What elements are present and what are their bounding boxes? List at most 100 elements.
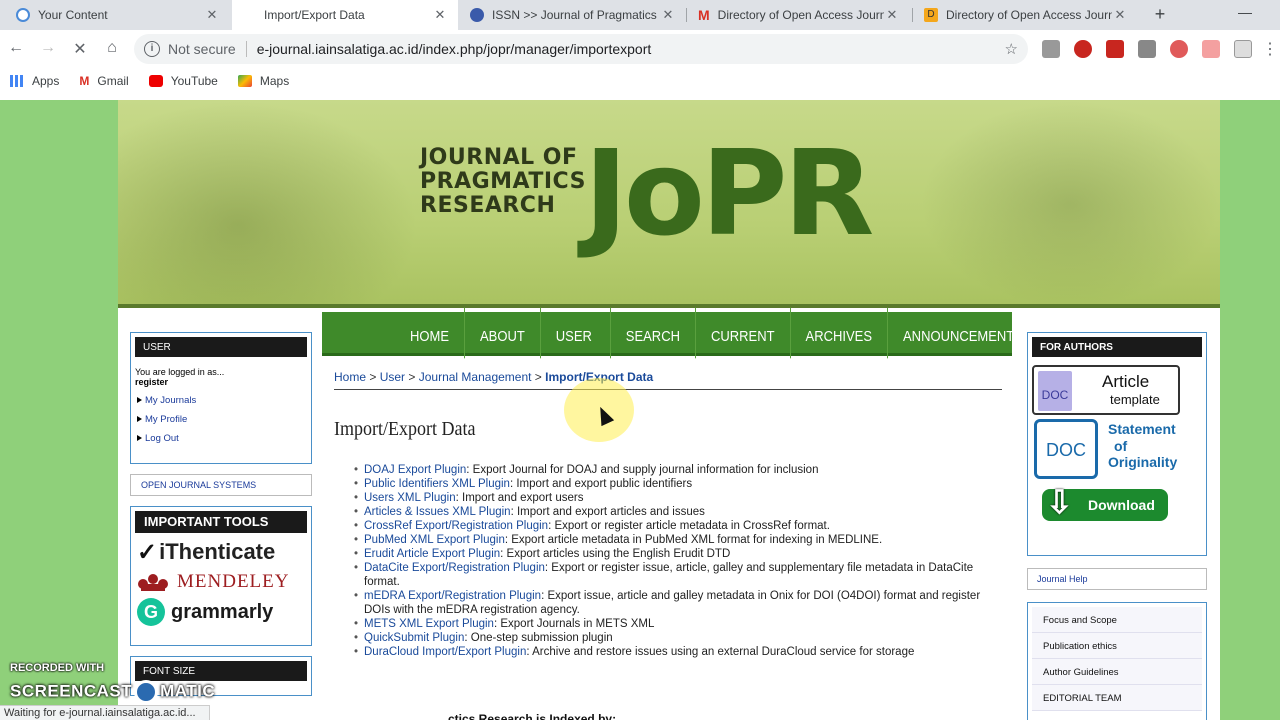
- extension-icon[interactable]: [1042, 40, 1060, 58]
- menu-focus-scope[interactable]: Focus and Scope: [1032, 607, 1202, 633]
- article-template-button[interactable]: DOC Article template: [1032, 365, 1180, 415]
- new-tab-icon[interactable]: +: [1150, 4, 1170, 24]
- menu-icon[interactable]: ⋮: [1260, 39, 1280, 59]
- tab-doaj-gmail[interactable]: M Directory of Open Access Journ ✕: [688, 0, 910, 30]
- ithenticate-logo[interactable]: ✓ iThenticate: [131, 537, 311, 567]
- url-text[interactable]: e-journal.iainsalatiga.ac.id/index.php/j…: [257, 41, 652, 57]
- breadcrumb-home[interactable]: Home: [334, 370, 366, 384]
- close-icon[interactable]: ✕: [1112, 7, 1128, 23]
- gmail-icon: M: [79, 74, 90, 88]
- breadcrumb-journal-management[interactable]: Journal Management: [419, 370, 532, 384]
- screencast-logo-icon: [134, 680, 159, 704]
- statement-line: Originality: [1108, 454, 1178, 470]
- nav-user-home[interactable]: USER HOME: [541, 307, 611, 402]
- menu-editorial-team[interactable]: EDITORIAL TEAM: [1032, 685, 1202, 711]
- plugin-item: Public Identifiers XML Plugin: Import an…: [354, 477, 1002, 491]
- left-sidebar: USER You are logged in as... register My…: [130, 332, 312, 706]
- tab-your-content[interactable]: Your Content ✕: [6, 0, 230, 30]
- loading-icon: [16, 8, 30, 22]
- info-icon[interactable]: i: [144, 41, 160, 57]
- user-links: My Journals My Profile Log Out: [131, 387, 311, 444]
- forward-icon[interactable]: →: [38, 39, 58, 57]
- link-log-out[interactable]: Log Out: [135, 433, 307, 444]
- plugin-link[interactable]: QuickSubmit Plugin: [364, 632, 464, 644]
- bookmark-label: YouTube: [170, 74, 218, 88]
- important-tools-block: IMPORTANT TOOLS ✓ iThenticate MENDELEY G…: [130, 506, 312, 646]
- address-bar[interactable]: i Not secure e-journal.iainsalatiga.ac.i…: [134, 34, 1028, 64]
- menu-publication-ethics[interactable]: Publication ethics: [1032, 633, 1202, 659]
- bookmark-gmail[interactable]: M Gmail: [79, 74, 128, 88]
- plugin-link[interactable]: Articles & Issues XML Plugin: [364, 506, 511, 518]
- plugin-link[interactable]: Users XML Plugin: [364, 492, 456, 504]
- tab-issn[interactable]: ISSN >> Journal of Pragmatics ✕: [460, 0, 686, 30]
- mendeley-logo[interactable]: MENDELEY: [131, 567, 311, 597]
- nav-current[interactable]: CURRENT: [696, 307, 791, 358]
- journal-help-link[interactable]: Journal Help: [1027, 568, 1207, 590]
- link-my-profile[interactable]: My Profile: [135, 414, 307, 425]
- bookmark-apps[interactable]: Apps: [10, 74, 59, 88]
- statement-originality-button[interactable]: DOC Statement of Originality: [1032, 419, 1202, 481]
- camera-icon[interactable]: [1138, 40, 1156, 58]
- nav-search[interactable]: SEARCH: [611, 307, 696, 358]
- nav-announcements[interactable]: ANNOUNCEMENTS: [888, 307, 1038, 358]
- plugin-description: : Import and export public identifiers: [509, 478, 693, 490]
- close-icon[interactable]: ✕: [204, 7, 220, 23]
- plugin-link[interactable]: DataCite Export/Registration Plugin: [364, 562, 545, 574]
- minimize-icon[interactable]: —: [1238, 4, 1252, 20]
- plugin-link[interactable]: METS XML Export Plugin: [364, 618, 494, 630]
- plugin-description: : Archive and restore issues using an ex…: [526, 646, 915, 658]
- plugin-link[interactable]: DOAJ Export Plugin: [364, 464, 466, 476]
- home-icon[interactable]: ⌂: [102, 39, 122, 57]
- block-heading: FONT SIZE: [135, 661, 307, 681]
- tab-doaj[interactable]: D Directory of Open Access Journ ✕: [914, 0, 1138, 30]
- journal-acronym: JoPR: [584, 124, 874, 262]
- extension-icon[interactable]: [1202, 40, 1220, 58]
- plugin-link[interactable]: DuraCloud Import/Export Plugin: [364, 646, 526, 658]
- plugin-item: QuickSubmit Plugin: One-step submission …: [354, 631, 1002, 645]
- mendeley-extension-icon[interactable]: [1106, 40, 1124, 58]
- adblock-icon[interactable]: [1074, 40, 1092, 58]
- bookmark-label: Gmail: [97, 74, 129, 88]
- plugin-link[interactable]: PubMed XML Export Plugin: [364, 534, 505, 546]
- plugin-link[interactable]: Erudit Article Export Plugin: [364, 548, 500, 560]
- browser-chrome: Your Content ✕ Import/Export Data ✕ ISSN…: [0, 0, 1280, 100]
- watermark-recorded: RECORDED WITH: [10, 662, 105, 674]
- journal-title-line: RESEARCH: [420, 193, 556, 218]
- plugin-link[interactable]: mEDRA Export/Registration Plugin: [364, 590, 541, 602]
- grammarly-logo[interactable]: G grammarly: [131, 597, 311, 627]
- watermark-brand-right: MATIC: [160, 681, 216, 701]
- plugin-link[interactable]: CrossRef Export/Registration Plugin: [364, 520, 548, 532]
- close-icon[interactable]: ✕: [660, 7, 676, 23]
- tab-title: Directory of Open Access Journ: [946, 8, 1112, 22]
- stop-reload-icon[interactable]: ✕: [70, 39, 90, 59]
- back-icon[interactable]: ←: [6, 39, 26, 57]
- logged-in-label: You are logged in as...: [135, 367, 225, 377]
- close-icon[interactable]: ✕: [884, 7, 900, 23]
- nav-archives[interactable]: ARCHIVES: [791, 307, 889, 358]
- menu-author-guidelines[interactable]: Author Guidelines: [1032, 659, 1202, 685]
- extension-icon[interactable]: [1170, 40, 1188, 58]
- download-button[interactable]: ⇩ Download: [1042, 484, 1168, 521]
- tool-label: MENDELEY: [177, 571, 290, 592]
- plugin-link[interactable]: Public Identifiers XML Plugin: [364, 478, 510, 490]
- bookmark-youtube[interactable]: YouTube: [148, 74, 218, 88]
- tab-title: ISSN >> Journal of Pragmatics: [492, 8, 657, 22]
- bookmark-maps[interactable]: Maps: [237, 74, 289, 88]
- close-icon[interactable]: ✕: [432, 7, 448, 23]
- breadcrumb-user[interactable]: User: [380, 370, 405, 384]
- username: register: [135, 377, 169, 387]
- statement-line: Statement: [1108, 421, 1176, 437]
- tab-import-export[interactable]: Import/Export Data ✕: [232, 0, 458, 30]
- ojs-link[interactable]: OPEN JOURNAL SYSTEMS: [130, 474, 312, 496]
- document-icon[interactable]: [1234, 40, 1252, 58]
- plugin-description: : Import and export articles and issues: [510, 506, 705, 518]
- plugin-item: Users XML Plugin: Import and export user…: [354, 491, 1002, 505]
- nav-home[interactable]: HOME: [395, 307, 465, 358]
- link-my-journals[interactable]: My Journals: [135, 395, 307, 406]
- doc-icon: DOC: [1034, 419, 1098, 479]
- breadcrumb: Home > User > Journal Management > Impor…: [334, 370, 1002, 390]
- bookmark-star-icon[interactable]: ☆: [1005, 40, 1018, 58]
- tab-separator: [686, 8, 687, 22]
- nav-about[interactable]: ABOUT: [465, 307, 541, 358]
- bookmark-label: Apps: [32, 74, 60, 88]
